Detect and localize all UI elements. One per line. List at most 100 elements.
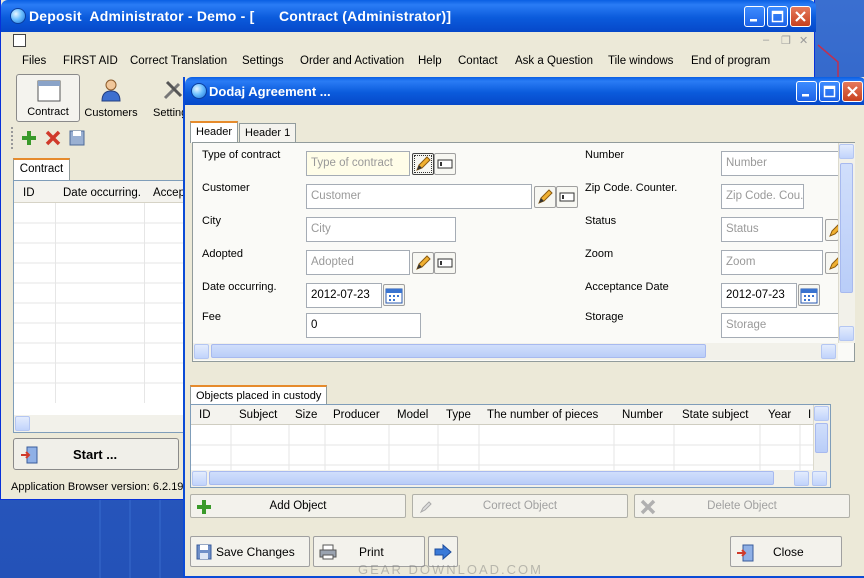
scroll-up-arrow[interactable] xyxy=(839,144,854,159)
column-state-subject[interactable]: State subject xyxy=(682,409,748,421)
objects-vscrollbar[interactable] xyxy=(813,405,830,471)
edit-adopted-button[interactable] xyxy=(412,252,434,274)
maximize-button[interactable] xyxy=(767,6,788,27)
form-hscrollbar[interactable] xyxy=(193,343,838,360)
column-date-occurring[interactable]: Date occurring. xyxy=(63,187,141,199)
objects-hscrollbar[interactable] xyxy=(191,470,830,487)
scroll-left-arrow[interactable] xyxy=(192,471,207,486)
dialog-title-bar[interactable]: Dodaj Agreement ... xyxy=(185,77,864,105)
column-year[interactable]: Year xyxy=(768,409,791,421)
scroll-right-arrow[interactable] xyxy=(794,471,809,486)
column-type[interactable]: Type xyxy=(446,409,471,421)
menu-settings[interactable]: Settings xyxy=(242,55,284,67)
mdi-close-icon[interactable]: ✕ xyxy=(799,34,808,47)
form-vscroll-thumb[interactable] xyxy=(840,163,853,293)
mdi-restore-icon[interactable]: ❐ xyxy=(781,34,791,47)
select-type-button[interactable] xyxy=(434,153,456,175)
toolbar-contract-button[interactable]: Contract xyxy=(16,74,80,122)
menu-files[interactable]: Files xyxy=(22,55,46,67)
document-icon[interactable] xyxy=(13,34,26,47)
date-occurring-input[interactable]: 2012-07-23 xyxy=(306,283,382,308)
menu-ask-question[interactable]: Ask a Question xyxy=(515,55,593,67)
correct-object-label: Correct Object xyxy=(482,500,558,512)
scroll-down-arrow[interactable] xyxy=(839,326,854,341)
tab-objects-in-custody[interactable]: Objects placed in custody xyxy=(190,385,328,405)
form-vscrollbar[interactable] xyxy=(838,143,855,343)
toolbar-settings-button[interactable]: Setting xyxy=(141,74,185,122)
label-fee: Fee xyxy=(202,311,221,323)
dialog-minimize-button[interactable] xyxy=(796,81,817,102)
main-title-bar[interactable]: Deposit Administrator - Demo - [ Contrac… xyxy=(1,0,816,32)
scroll-left-arrow[interactable] xyxy=(15,416,30,431)
type-of-contract-input[interactable]: Type of contract xyxy=(306,151,410,176)
status-bar: Application Browser version: 6.2.19 xyxy=(7,478,187,496)
column-more[interactable]: I xyxy=(808,409,811,421)
number-input[interactable]: Number xyxy=(721,151,841,176)
scroll-right-arrow[interactable] xyxy=(821,344,836,359)
menu-tile-windows[interactable]: Tile windows xyxy=(608,55,673,67)
main-window-title: Deposit Administrator - Demo - [ Contrac… xyxy=(29,8,452,24)
edit-customer-button[interactable] xyxy=(534,186,556,208)
column-id[interactable]: ID xyxy=(23,187,35,199)
contract-grid-header: ID Date occurring. Accep xyxy=(14,181,188,203)
add-icon[interactable] xyxy=(21,130,37,146)
column-id[interactable]: ID xyxy=(199,409,211,421)
save-changes-button[interactable]: Save Changes xyxy=(190,536,310,567)
tab-contract[interactable]: Contract xyxy=(13,158,70,180)
tab-header[interactable]: Header xyxy=(190,121,239,143)
menu-order-activation[interactable]: Order and Activation xyxy=(300,55,404,67)
objects-hscroll-thumb[interactable] xyxy=(209,471,774,485)
tab-header-1[interactable]: Header 1 xyxy=(239,123,297,142)
correct-object-button[interactable]: Correct Object xyxy=(412,494,628,518)
start-button[interactable]: Start ... xyxy=(13,438,179,470)
save-disk-icon[interactable] xyxy=(69,130,85,146)
column-model[interactable]: Model xyxy=(397,409,428,421)
objects-vscroll-thumb[interactable] xyxy=(815,423,828,453)
select-customer-button[interactable] xyxy=(556,186,578,208)
close-window-button[interactable] xyxy=(790,6,811,27)
dialog-close-button[interactable] xyxy=(842,81,863,102)
acceptance-date-input[interactable]: 2012-07-23 xyxy=(721,283,797,308)
contract-grid-hscrollbar[interactable] xyxy=(14,415,188,432)
scroll-down-arrow[interactable] xyxy=(812,471,827,486)
acceptance-date-picker[interactable] xyxy=(798,284,820,306)
menu-help[interactable]: Help xyxy=(418,55,442,67)
column-accep[interactable]: Accep xyxy=(153,187,185,199)
date-occurring-picker[interactable] xyxy=(383,284,405,306)
minimize-button[interactable] xyxy=(744,6,765,27)
dialog-maximize-button[interactable] xyxy=(819,81,840,102)
adopted-input[interactable]: Adopted xyxy=(306,250,410,275)
storage-input[interactable]: Storage xyxy=(721,313,839,338)
column-number-of-pieces[interactable]: The number of pieces xyxy=(487,409,598,421)
delete-icon[interactable] xyxy=(45,130,61,146)
select-adopted-button[interactable] xyxy=(434,252,456,274)
form-hscroll-thumb[interactable] xyxy=(211,344,706,358)
add-object-button[interactable]: Add Object xyxy=(190,494,406,518)
delete-object-button[interactable]: Delete Object xyxy=(634,494,850,518)
fee-input[interactable]: 0 xyxy=(306,313,421,338)
edit-status-button[interactable] xyxy=(825,219,839,241)
column-number[interactable]: Number xyxy=(622,409,663,421)
zoom-input[interactable]: Zoom xyxy=(721,250,823,275)
menu-first-aid[interactable]: FIRST AID xyxy=(63,55,118,67)
column-size[interactable]: Size xyxy=(295,409,317,421)
status-input[interactable]: Status xyxy=(721,217,823,242)
column-subject[interactable]: Subject xyxy=(239,409,277,421)
objects-grid[interactable]: ID Subject Size Producer Model Type The … xyxy=(190,404,831,488)
menu-correct-translation[interactable]: Correct Translation xyxy=(130,55,227,67)
contract-grid[interactable]: ID Date occurring. Accep xyxy=(13,180,189,433)
menu-end-of-program[interactable]: End of program xyxy=(691,55,770,67)
mdi-child-bar: – ❐ ✕ xyxy=(7,32,812,50)
toolbar-customers-button[interactable]: Customers xyxy=(79,74,143,122)
scroll-left-arrow[interactable] xyxy=(194,344,209,359)
edit-type-button[interactable] xyxy=(412,153,434,175)
zip-code-input[interactable]: Zip Code. Cou... xyxy=(721,184,804,209)
column-producer[interactable]: Producer xyxy=(333,409,380,421)
customer-input[interactable]: Customer xyxy=(306,184,532,209)
scroll-up-arrow[interactable] xyxy=(814,406,829,421)
close-button[interactable]: Close xyxy=(730,536,842,567)
menu-contact[interactable]: Contact xyxy=(458,55,498,67)
edit-zoom-button[interactable] xyxy=(825,252,839,274)
city-input[interactable]: City xyxy=(306,217,456,242)
mdi-minimize-icon[interactable]: – xyxy=(763,34,769,46)
